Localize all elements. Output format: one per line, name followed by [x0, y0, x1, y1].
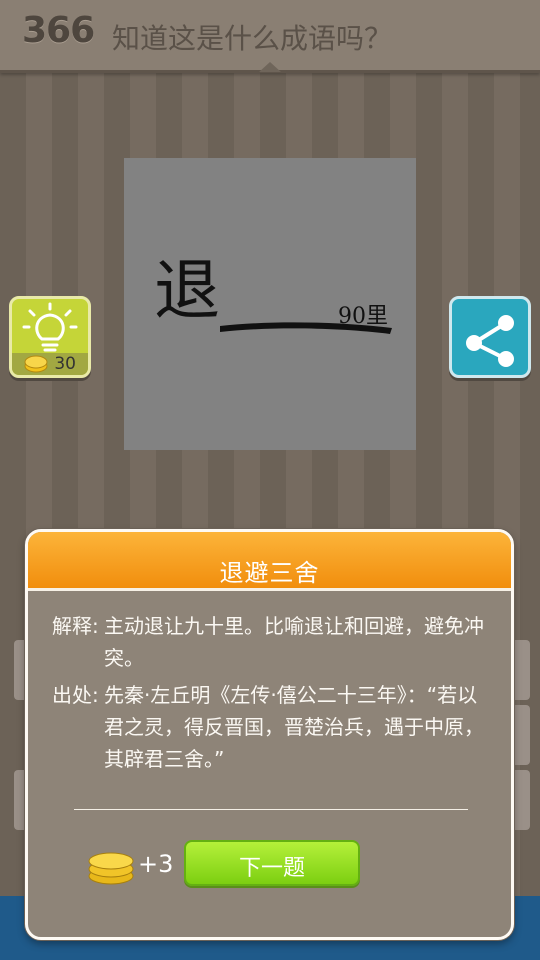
divider [74, 809, 468, 810]
next-button-label: 下一题 [238, 856, 305, 881]
share-icon [466, 315, 514, 367]
idiom-title: 退避三舍 [219, 559, 320, 587]
source-label: 出处: [52, 683, 99, 707]
coin-icon [24, 355, 48, 373]
meaning-text: 主动退让九十里。比喻退让和回避，避免冲突。 [104, 614, 484, 670]
reward-amount: +3 [138, 850, 174, 878]
lightbulb-icon [22, 302, 78, 352]
dialog-header: 退避三舍 [28, 532, 511, 591]
question-text: 知道这是什么成语吗？ [112, 22, 393, 55]
answer-dialog: 退避三舍 解释: 主动退让九十里。比喻退让和回避，避免冲突。 出处: 先秦·左丘… [25, 529, 514, 940]
source-text: 先秦·左丘明《左传·僖公二十三年》：“若以君之灵，得反晋国，晋楚治兵，遇于中原，… [104, 683, 484, 771]
next-question-button[interactable]: 下一题 [184, 840, 360, 886]
coins-icon [88, 852, 134, 885]
level-number: 366 [22, 10, 95, 51]
header-notch [259, 62, 281, 72]
share-button[interactable] [449, 296, 531, 378]
header-bar: 366 知道这是什么成语吗？ [0, 0, 540, 73]
hint-cost-bar: 30 [12, 353, 88, 375]
hint-button[interactable]: 30 [9, 296, 91, 378]
brush-stroke [220, 322, 392, 334]
meaning-label: 解释: [52, 614, 99, 638]
puzzle-image: 退 90里 [124, 158, 416, 450]
hint-cost: 30 [54, 354, 76, 374]
